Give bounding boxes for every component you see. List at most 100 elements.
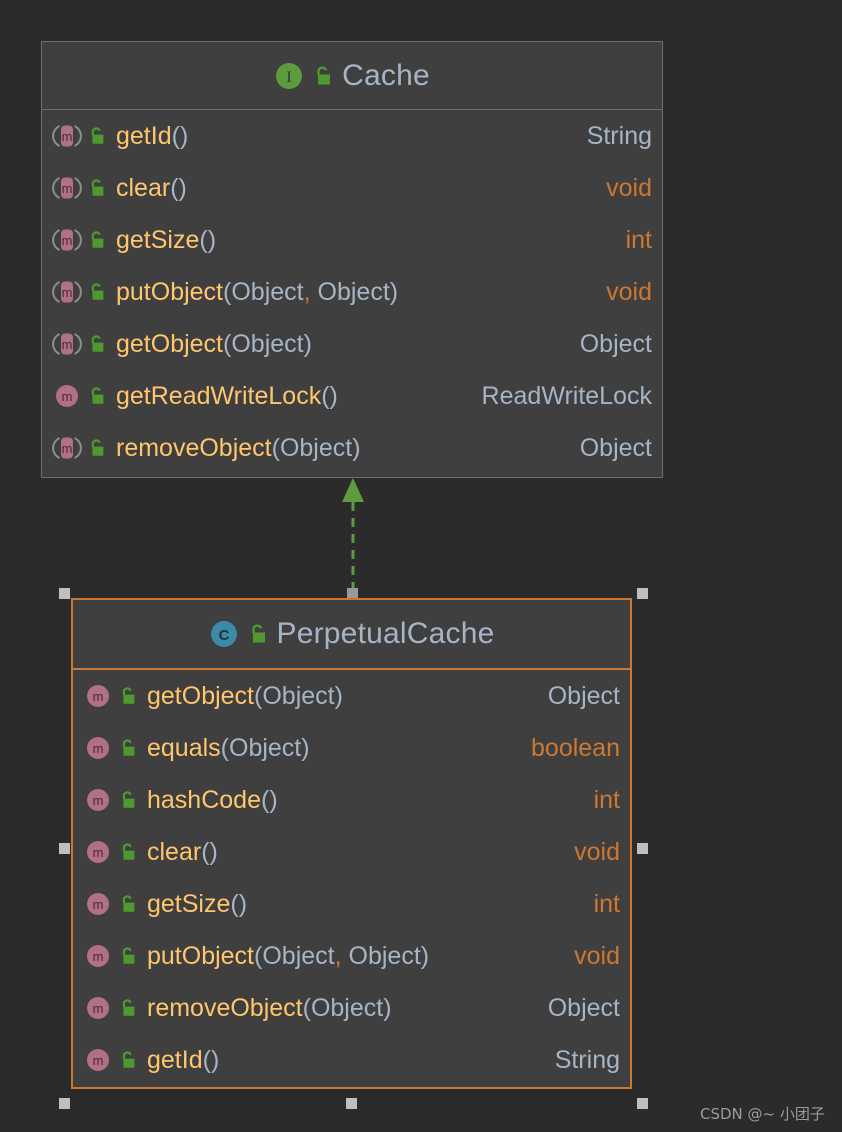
member-icons: m [83,681,138,711]
abstract-method-icon: m [52,173,82,203]
method-icon: m [83,785,113,815]
member-icons: m [52,277,107,307]
member-signature: putObject(Object, Object) [147,941,430,970]
class-member-row[interactable]: m getSize() int [73,878,630,930]
method-icon: m [52,381,82,411]
member-signature: equals(Object) [147,733,310,762]
svg-text:m: m [62,441,73,456]
class-name-cache: Cache [342,58,430,92]
class-header-cache[interactable]: I Cache [42,42,662,110]
member-icons: m [52,381,107,411]
member-signature: getSize() [147,889,248,918]
selection-handle-bottom-right[interactable] [637,1098,648,1109]
svg-text:m: m [62,129,73,144]
unlock-icon [118,1049,138,1071]
abstract-method-icon: m [52,277,82,307]
svg-text:m: m [62,285,73,300]
unlock-icon [118,789,138,811]
member-return-type: Object [579,329,652,358]
method-icon: m [83,733,113,763]
member-return-type: void [606,173,652,202]
selection-handle-mid-right[interactable] [637,843,648,854]
class-member-row[interactable]: m clear() void [73,826,630,878]
member-signature: getReadWriteLock() [116,381,338,410]
class-member-row[interactable]: m putObject(Object, Object) void [42,266,662,318]
member-icons: m [83,1045,138,1075]
member-return-type: int [625,225,652,254]
member-icons: m [52,433,107,463]
svg-text:m: m [93,897,104,912]
class-icon: C [209,619,239,649]
class-header-perpetualcache[interactable]: C PerpetualCache [73,600,630,670]
selection-handle-bottom-mid[interactable] [346,1098,357,1109]
member-icons: m [83,941,138,971]
member-return-type: String [586,121,652,150]
class-member-row[interactable]: m getSize() int [42,214,662,266]
class-member-row[interactable]: m equals(Object) boolean [73,722,630,774]
svg-text:m: m [62,181,73,196]
member-list-perpetualcache: m getObject(Object) Object m equals(Object) b… [73,670,630,1086]
member-signature: getSize() [116,225,217,254]
svg-text:m: m [62,389,73,404]
method-icon: m [83,681,113,711]
class-name-perpetualcache: PerpetualCache [276,617,495,650]
class-member-row[interactable]: m getReadWriteLock() ReadWriteLock [42,370,662,422]
class-member-row[interactable]: m clear() void [42,162,662,214]
selection-handle-top-right[interactable] [637,588,648,599]
member-signature: hashCode() [147,785,278,814]
uml-class-box-cache[interactable]: I Cache m getId() String m clear() void m getSi… [41,41,663,478]
selection-handle-top-left[interactable] [59,588,70,599]
class-member-row[interactable]: m getObject(Object) Object [73,670,630,722]
member-list-cache: m getId() String m clear() void m getSize() int m… [42,110,662,474]
class-member-row[interactable]: m getId() String [42,110,662,162]
member-icons: m [52,329,107,359]
member-return-type: int [593,889,620,918]
member-return-type: boolean [531,733,620,762]
class-member-row[interactable]: m getObject(Object) Object [42,318,662,370]
member-signature: getId() [116,121,189,150]
member-signature: removeObject(Object) [116,433,361,462]
selection-handle-mid-left[interactable] [59,843,70,854]
unlock-icon [87,125,107,147]
member-return-type: int [593,785,620,814]
member-return-type: void [574,837,620,866]
member-icons: m [83,785,138,815]
realization-arrow[interactable] [330,476,376,600]
member-return-type: String [554,1045,620,1074]
member-return-type: void [574,941,620,970]
watermark-text: CSDN @~ 小团子 [700,1105,825,1123]
unlock-icon [118,945,138,967]
unlock-icon [118,997,138,1019]
class-member-row[interactable]: m removeObject(Object) Object [73,982,630,1034]
class-member-row[interactable]: m putObject(Object, Object) void [73,930,630,982]
method-icon: m [83,1045,113,1075]
svg-text:m: m [93,845,104,860]
abstract-method-icon: m [52,225,82,255]
class-member-row[interactable]: m removeObject(Object) Object [42,422,662,474]
svg-text:C: C [218,627,229,644]
selection-handle-bottom-left[interactable] [59,1098,70,1109]
member-icons: m [52,225,107,255]
member-signature: removeObject(Object) [147,993,392,1022]
member-icons: m [83,993,138,1023]
method-icon: m [83,837,113,867]
member-signature: getObject(Object) [116,329,312,358]
unlock-icon [118,737,138,759]
svg-text:m: m [93,1001,104,1016]
uml-class-box-perpetualcache[interactable]: C PerpetualCache m getObject(Object) Objec… [71,598,632,1089]
svg-text:m: m [93,689,104,704]
unlock-icon [87,229,107,251]
unlock-icon [312,64,334,88]
member-icons: m [52,121,107,151]
unlock-icon [87,281,107,303]
method-icon: m [83,889,113,919]
member-signature: clear() [116,173,187,202]
svg-text:m: m [93,1053,104,1068]
member-return-type: ReadWriteLock [481,381,652,410]
member-icons: m [83,733,138,763]
method-icon: m [83,993,113,1023]
member-signature: clear() [147,837,218,866]
class-member-row[interactable]: m getId() String [73,1034,630,1086]
member-icons: m [52,173,107,203]
class-member-row[interactable]: m hashCode() int [73,774,630,826]
